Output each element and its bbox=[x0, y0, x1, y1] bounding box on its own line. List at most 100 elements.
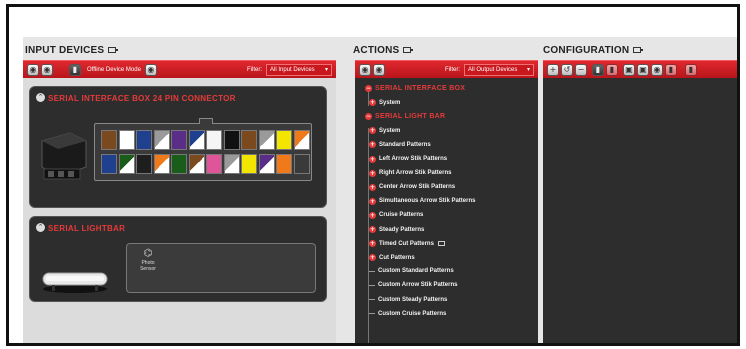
expand-icon[interactable]: + bbox=[369, 155, 376, 163]
expand-icon[interactable]: + bbox=[369, 197, 376, 205]
pause-icon[interactable]: ▮ bbox=[592, 63, 604, 76]
expand-all-icon[interactable]: ◉ bbox=[359, 63, 371, 76]
tree-node-label: Custom Cruise Patterns bbox=[378, 310, 447, 317]
expand-icon[interactable]: + bbox=[369, 169, 376, 177]
offline-mode-icon[interactable]: ▮ bbox=[69, 63, 81, 76]
tree-node-label: Right Arrow Stik Patterns bbox=[379, 170, 452, 177]
paste-icon[interactable]: ▣ bbox=[637, 63, 649, 76]
copy-icon[interactable]: ▣ bbox=[623, 63, 635, 76]
configuration-header: CONFIGURATION bbox=[543, 40, 644, 60]
tree-node[interactable]: + System bbox=[369, 127, 400, 135]
tree-node-label: Custom Steady Patterns bbox=[378, 296, 448, 303]
tree-node-label: Timed Cut Patterns bbox=[379, 240, 434, 247]
tree-node[interactable]: + Simultaneous Arrow Stik Patterns bbox=[369, 197, 476, 205]
input-filter-select[interactable]: All Input Devices ▾ bbox=[266, 63, 332, 76]
offline-mode-toggle[interactable]: ◉ bbox=[144, 63, 157, 76]
connector-pin bbox=[188, 130, 205, 150]
expand-icon[interactable]: + bbox=[369, 240, 376, 248]
connector-pin bbox=[206, 130, 222, 150]
expand-icon[interactable]: + bbox=[369, 141, 376, 149]
expand-icon[interactable]: + bbox=[369, 226, 376, 233]
connector-notch bbox=[199, 118, 213, 124]
collapse-all-icon[interactable]: ◉ bbox=[41, 63, 53, 76]
offline-mode-label: Offline Device Mode bbox=[87, 66, 141, 73]
tree-node[interactable]: + Left Arrow Stik Patterns bbox=[369, 155, 448, 163]
tree-node[interactable]: + Cut Patterns bbox=[369, 254, 415, 262]
tree-node[interactable]: Custom Steady Patterns bbox=[369, 297, 447, 303]
undo-icon[interactable]: ↺ bbox=[561, 63, 573, 76]
tree-node-label: Custom Standard Patterns bbox=[378, 268, 454, 275]
expand-icon[interactable]: + bbox=[369, 211, 376, 219]
connector-pin bbox=[101, 130, 117, 150]
app-body: INPUT DEVICES ◉ ◉ ▮ Offline Device Mode … bbox=[23, 37, 737, 343]
interface-box-image bbox=[41, 132, 87, 180]
tree-node-label: SERIAL LIGHT BAR bbox=[375, 113, 446, 121]
clear-icon[interactable]: ▮ bbox=[685, 63, 697, 76]
output-filter-select[interactable]: All Output Devices ▾ bbox=[464, 63, 534, 76]
collapse-icon[interactable]: − bbox=[365, 113, 372, 121]
popout-icon[interactable] bbox=[633, 47, 644, 53]
tree-root-node[interactable]: − SERIAL LIGHT BAR bbox=[365, 113, 446, 121]
settings-icon[interactable]: ◉ bbox=[651, 63, 663, 76]
trash-icon[interactable]: ▮ bbox=[665, 63, 677, 76]
photo-sensor-item[interactable]: ⌬ Photo Sensor bbox=[133, 248, 163, 272]
connector-pin bbox=[153, 154, 170, 174]
expand-icon[interactable]: + bbox=[369, 127, 376, 135]
tree-node-label: Standard Patterns bbox=[379, 141, 431, 148]
configuration-title: CONFIGURATION bbox=[543, 44, 630, 56]
connector-pin bbox=[101, 154, 117, 174]
delete-icon[interactable]: ▮ bbox=[606, 63, 618, 76]
collapse-icon[interactable]: ⌃ bbox=[36, 223, 45, 232]
collapse-all-icon[interactable]: ◉ bbox=[373, 63, 385, 76]
tree-node[interactable]: Custom Arrow Stik Patterns bbox=[369, 282, 457, 288]
tree-node-label: Cut Patterns bbox=[379, 254, 415, 261]
add-icon[interactable]: + bbox=[547, 63, 559, 76]
tree-node[interactable]: + System bbox=[369, 99, 401, 107]
tree-connector bbox=[369, 299, 375, 300]
popout-icon[interactable] bbox=[403, 47, 414, 53]
tree-node[interactable]: Custom Standard Patterns bbox=[369, 268, 454, 274]
connector-pin bbox=[171, 154, 187, 174]
connector-pin bbox=[136, 130, 152, 150]
connector-pin bbox=[206, 154, 222, 174]
expand-icon[interactable]: + bbox=[369, 99, 376, 107]
chevron-down-icon: ▾ bbox=[526, 67, 530, 73]
connector-pin bbox=[276, 154, 292, 174]
tree-node[interactable]: + Center Arrow Stik Patterns bbox=[369, 183, 456, 191]
tree-connector bbox=[369, 284, 375, 286]
tree-node[interactable]: + Standard Patterns bbox=[369, 141, 431, 149]
expand-icon[interactable]: + bbox=[369, 254, 376, 262]
tree-root-node[interactable]: − SERIAL INTERFACE BOX bbox=[365, 85, 465, 92]
filter-label: Filter: bbox=[247, 66, 262, 73]
tree-node-label: Cruise Patterns bbox=[379, 212, 424, 219]
chevron-down-icon: ▾ bbox=[324, 67, 328, 73]
tree-node-label: Center Arrow Stik Patterns bbox=[379, 184, 456, 191]
tree-node[interactable]: + Right Arrow Stik Patterns bbox=[369, 169, 452, 177]
tree-node-label: Left Arrow Stik Patterns bbox=[379, 156, 448, 162]
expand-all-icon[interactable]: ◉ bbox=[27, 63, 39, 76]
connector-pin bbox=[136, 154, 152, 174]
connector-pin bbox=[118, 130, 135, 150]
panel-title: SERIAL LIGHTBAR bbox=[48, 224, 126, 233]
minus-icon[interactable]: − bbox=[575, 63, 587, 76]
app-window: INPUT DEVICES ◉ ◉ ▮ Offline Device Mode … bbox=[6, 4, 740, 346]
tree-node-label: System bbox=[379, 99, 401, 106]
connector-pin bbox=[118, 154, 135, 174]
serial-interface-box-panel: ⌃ SERIAL INTERFACE BOX 24 PIN CONNECTOR bbox=[29, 86, 327, 208]
tree-node-label: Steady Patterns bbox=[379, 226, 425, 233]
tree-connector bbox=[369, 313, 375, 315]
popout-icon[interactable] bbox=[108, 47, 119, 53]
collapse-icon[interactable]: ⌃ bbox=[36, 93, 45, 102]
collapse-icon[interactable]: − bbox=[365, 85, 372, 92]
tree-node-label: SERIAL INTERFACE BOX bbox=[375, 85, 466, 92]
input-devices-toolbar: ◉ ◉ ▮ Offline Device Mode ◉ Filter: All … bbox=[23, 60, 336, 78]
connector-pin bbox=[188, 154, 205, 174]
popout-icon[interactable] bbox=[437, 241, 445, 247]
tree-node[interactable]: + Steady Patterns bbox=[369, 226, 424, 233]
tree-node[interactable]: + Timed Cut Patterns bbox=[369, 240, 445, 248]
tree-node-label: Simultaneous Arrow Stik Patterns bbox=[379, 198, 476, 205]
tree-node[interactable]: Custom Cruise Patterns bbox=[369, 311, 446, 317]
expand-icon[interactable]: + bbox=[369, 183, 376, 191]
connector-pin bbox=[223, 154, 240, 174]
tree-node[interactable]: + Cruise Patterns bbox=[369, 211, 424, 219]
